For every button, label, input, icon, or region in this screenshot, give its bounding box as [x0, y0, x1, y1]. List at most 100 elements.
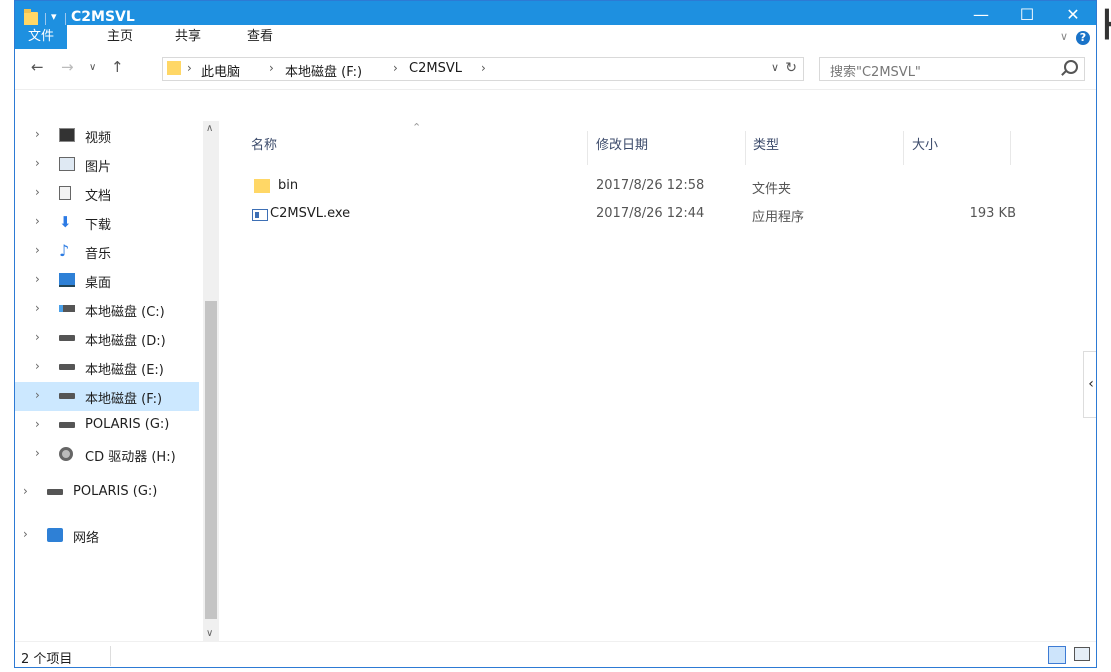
- sidebar-item-drive-d[interactable]: › 本地磁盘 (D:): [15, 324, 199, 353]
- expand-chevron-icon[interactable]: ›: [35, 446, 40, 460]
- drive-icon: [59, 393, 75, 399]
- help-icon[interactable]: ?: [1076, 31, 1090, 45]
- column-divider[interactable]: [587, 131, 588, 165]
- expand-chevron-icon[interactable]: ›: [23, 484, 28, 498]
- back-icon[interactable]: ←: [31, 58, 44, 76]
- sidebar-item-pictures[interactable]: › 图片: [15, 150, 199, 179]
- sidebar-item-label: 本地磁盘 (C:): [85, 305, 165, 320]
- sidebar-item-cd-drive-h[interactable]: › CD 驱动器 (H:): [15, 440, 199, 469]
- expand-chevron-icon[interactable]: ›: [35, 214, 40, 228]
- breadcrumb-this-pc[interactable]: 此电脑: [201, 61, 240, 80]
- breadcrumb-separator-icon: ›: [187, 61, 192, 75]
- expand-chevron-icon[interactable]: ›: [35, 243, 40, 257]
- sort-ascending-icon: ⌃: [412, 121, 422, 134]
- column-header-type[interactable]: 类型: [753, 134, 779, 158]
- expand-chevron-icon[interactable]: ›: [35, 417, 40, 431]
- breadcrumb-drive[interactable]: 本地磁盘 (F:): [285, 61, 362, 80]
- navigation-bar: ← → ∨ ↑ › 此电脑 › 本地磁盘 (F:) › C2MSVL › ∨ ↻…: [15, 49, 1096, 90]
- sidebar-item-label: 文档: [85, 189, 112, 204]
- sidebar-item-polaris-g[interactable]: › POLARIS (G:): [15, 478, 199, 507]
- divider: [110, 646, 111, 666]
- expand-chevron-icon[interactable]: ›: [35, 330, 40, 344]
- search-box[interactable]: 搜索"C2MSVL": [819, 57, 1085, 81]
- column-header-size[interactable]: 大小: [912, 134, 938, 158]
- file-size: 193 KB: [969, 206, 1016, 221]
- cd-drive-icon: [59, 447, 73, 461]
- music-icon: ♪: [59, 241, 70, 260]
- sidebar-item-videos[interactable]: › 视频: [15, 121, 199, 150]
- sidebar-item-label: 图片: [85, 160, 112, 175]
- sidebar-item-label: POLARIS (G:): [85, 417, 170, 432]
- sidebar-item-label: CD 驱动器 (H:): [85, 450, 176, 465]
- file-date: 2017/8/26 12:44: [596, 206, 705, 221]
- tab-file[interactable]: 文件: [15, 25, 67, 49]
- sidebar-item-documents[interactable]: › 文档: [15, 179, 199, 208]
- collapse-pane-chevron-icon[interactable]: ‹: [1083, 351, 1096, 418]
- file-row[interactable]: bin 2017/8/26 12:58 文件夹: [246, 175, 1046, 201]
- explorer-window: ▾ C2MSVL — ☐ ✕ 文件 主页 共享 查看 ∨ ? ← → ∨ ↑ ›…: [14, 0, 1097, 668]
- file-name: C2MSVL.exe: [270, 206, 351, 221]
- expand-chevron-icon[interactable]: ›: [35, 272, 40, 286]
- sidebar-scrollbar[interactable]: ∧ ∨: [203, 121, 219, 641]
- sidebar-item-drive-f[interactable]: › 本地磁盘 (F:): [15, 382, 199, 411]
- drive-icon: [59, 364, 75, 370]
- tab-view[interactable]: 查看: [247, 25, 273, 49]
- sidebar-item-music[interactable]: › ♪ 音乐: [15, 237, 199, 266]
- download-icon: ⬇: [59, 213, 72, 231]
- ribbon-tabs: 文件 主页 共享 查看: [15, 25, 1096, 49]
- expand-chevron-icon[interactable]: ›: [35, 156, 40, 170]
- up-icon[interactable]: ↑: [111, 58, 124, 76]
- sidebar-item-drive-e[interactable]: › 本地磁盘 (E:): [15, 353, 199, 382]
- column-divider[interactable]: [903, 131, 904, 165]
- refresh-icon[interactable]: ↻: [785, 60, 797, 76]
- folder-icon: [24, 9, 38, 26]
- expand-chevron-icon[interactable]: ›: [23, 527, 28, 541]
- drive-icon: [47, 489, 63, 495]
- desktop-icon: [59, 273, 75, 287]
- forward-icon[interactable]: →: [61, 58, 74, 76]
- breadcrumb-separator-icon: ›: [393, 61, 398, 75]
- column-divider[interactable]: [745, 131, 746, 165]
- breadcrumb-folder[interactable]: C2MSVL: [409, 61, 462, 76]
- expand-chevron-icon[interactable]: ›: [35, 388, 40, 402]
- expand-chevron-icon[interactable]: ›: [35, 127, 40, 141]
- sidebar-item-label: 本地磁盘 (F:): [85, 392, 163, 407]
- file-row[interactable]: C2MSVL.exe 2017/8/26 12:44 应用程序 193 KB: [246, 203, 1046, 229]
- tab-home[interactable]: 主页: [107, 25, 133, 49]
- sidebar-item-downloads[interactable]: › ⬇ 下载: [15, 208, 199, 237]
- breadcrumb-separator-icon: ›: [481, 61, 486, 75]
- expand-ribbon-icon[interactable]: ∨: [1060, 30, 1068, 43]
- sidebar-item-label: 网络: [73, 531, 100, 546]
- sidebar-item-drive-g[interactable]: › POLARIS (G:): [15, 411, 199, 440]
- documents-icon: [59, 186, 71, 200]
- drive-icon: [59, 422, 75, 428]
- search-input[interactable]: 搜索"C2MSVL": [830, 61, 921, 80]
- column-divider[interactable]: [1010, 131, 1011, 165]
- large-icons-view-icon[interactable]: [1074, 647, 1090, 661]
- window-title: C2MSVL: [71, 9, 135, 25]
- address-bar[interactable]: › 此电脑 › 本地磁盘 (F:) › C2MSVL › ∨ ↻: [162, 57, 804, 81]
- column-header-name[interactable]: 名称: [251, 134, 277, 158]
- breadcrumb-separator-icon: ›: [269, 61, 274, 75]
- sidebar-item-label: 本地磁盘 (D:): [85, 334, 166, 349]
- scrollbar-thumb[interactable]: [205, 301, 217, 619]
- scroll-up-icon[interactable]: ∧: [206, 123, 213, 134]
- expand-chevron-icon[interactable]: ›: [35, 359, 40, 373]
- scroll-down-icon[interactable]: ∨: [206, 628, 213, 639]
- details-view-icon[interactable]: [1048, 646, 1066, 664]
- partial-glyph: ┣: [1099, 10, 1111, 40]
- sidebar-item-label: 本地磁盘 (E:): [85, 363, 164, 378]
- recent-locations-icon[interactable]: ∨: [89, 62, 96, 73]
- sidebar-item-drive-c[interactable]: › 本地磁盘 (C:): [15, 295, 199, 324]
- quick-access-dropdown-icon[interactable]: ▾: [51, 10, 57, 23]
- expand-chevron-icon[interactable]: ›: [35, 185, 40, 199]
- address-dropdown-icon[interactable]: ∨: [771, 61, 779, 74]
- sidebar-item-network[interactable]: › 网络: [15, 521, 199, 550]
- application-icon: [252, 209, 268, 221]
- column-header-date[interactable]: 修改日期: [596, 134, 648, 158]
- sidebar-item-desktop[interactable]: › 桌面: [15, 266, 199, 295]
- sidebar-item-label: 下载: [85, 218, 112, 233]
- expand-chevron-icon[interactable]: ›: [35, 301, 40, 315]
- search-icon[interactable]: [1064, 60, 1078, 74]
- tab-share[interactable]: 共享: [175, 25, 201, 49]
